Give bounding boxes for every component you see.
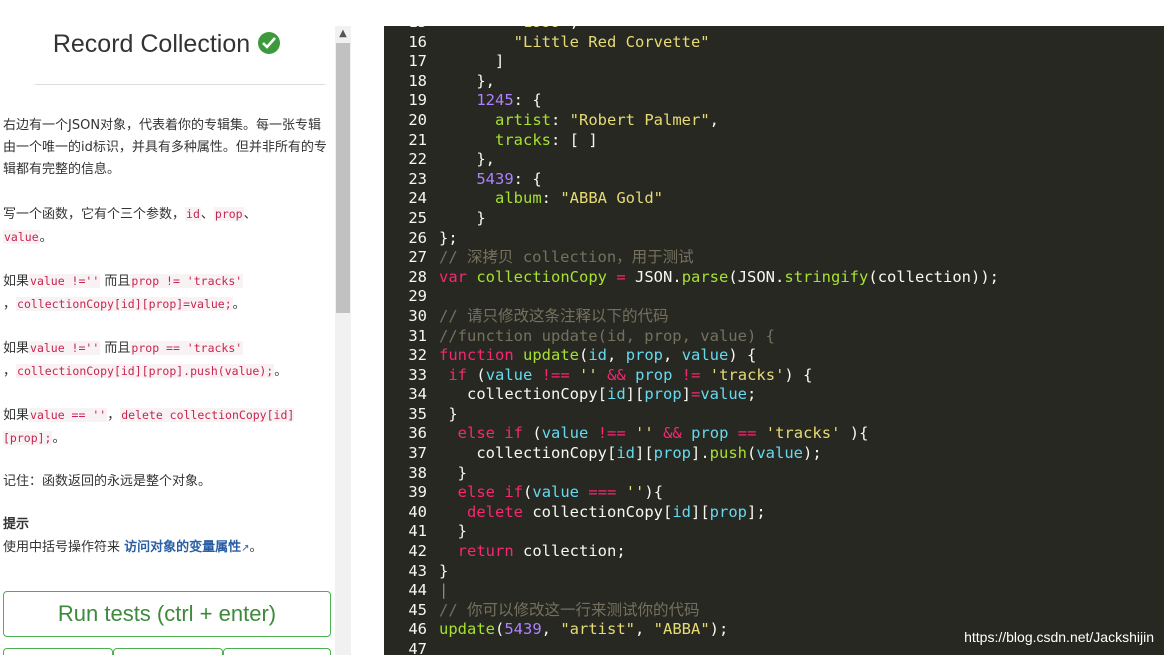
hint-text: 使用中括号操作符来 访问对象的变量属性↗。 xyxy=(3,540,263,555)
challenge-title: Record Collection xyxy=(52,30,251,58)
secondary-button-1[interactable] xyxy=(3,648,113,655)
secondary-button-2[interactable] xyxy=(113,648,223,655)
rule-delete-prop: 如果value == ''，delete collectionCopy[id][… xyxy=(3,408,295,446)
description-params: 写一个函数，它有个三个参数，id、prop、 value。 xyxy=(3,207,257,245)
challenge-description-panel: Record Collection 右边有一个JSON对象，代表着你的专辑集。每… xyxy=(0,0,333,655)
reminder-text: 记住：函数返回的永远是整个对象。 xyxy=(3,474,212,489)
hint-link[interactable]: 访问对象的变量属性 xyxy=(124,540,241,555)
rule-push-track: 如果value !='' 而且prop == 'tracks' ，collecti… xyxy=(3,341,288,379)
secondary-buttons-row xyxy=(3,648,331,655)
code-editor[interactable]: 15 "1999", 16 "Little Red Corvette" 17 ]… xyxy=(384,26,1164,655)
run-tests-button[interactable]: Run tests (ctrl + enter) xyxy=(3,591,331,637)
code-content[interactable]: 15 "1999", 16 "Little Red Corvette" 17 ]… xyxy=(384,26,999,655)
watermark: https://blog.csdn.net/Jackshijin xyxy=(964,629,1154,645)
scrollbar-thumb[interactable] xyxy=(336,43,350,313)
description-paragraph: 右边有一个JSON对象，代表着你的专辑集。每一张专辑由一个唯一的id标识，并具有… xyxy=(3,118,327,177)
hint-title: 提示 xyxy=(3,517,30,532)
title-divider xyxy=(35,84,325,85)
external-link-icon: ↗ xyxy=(241,543,250,554)
left-panel-scrollbar[interactable]: ▲ xyxy=(335,26,351,655)
secondary-button-3[interactable] xyxy=(223,648,331,655)
challenge-title-row: Record Collection xyxy=(0,30,333,59)
rule-update-value: 如果value !='' 而且prop != 'tracks' ，collecti… xyxy=(3,274,246,312)
scroll-up-arrow-icon[interactable]: ▲ xyxy=(335,26,351,42)
check-circle-icon xyxy=(258,31,281,54)
